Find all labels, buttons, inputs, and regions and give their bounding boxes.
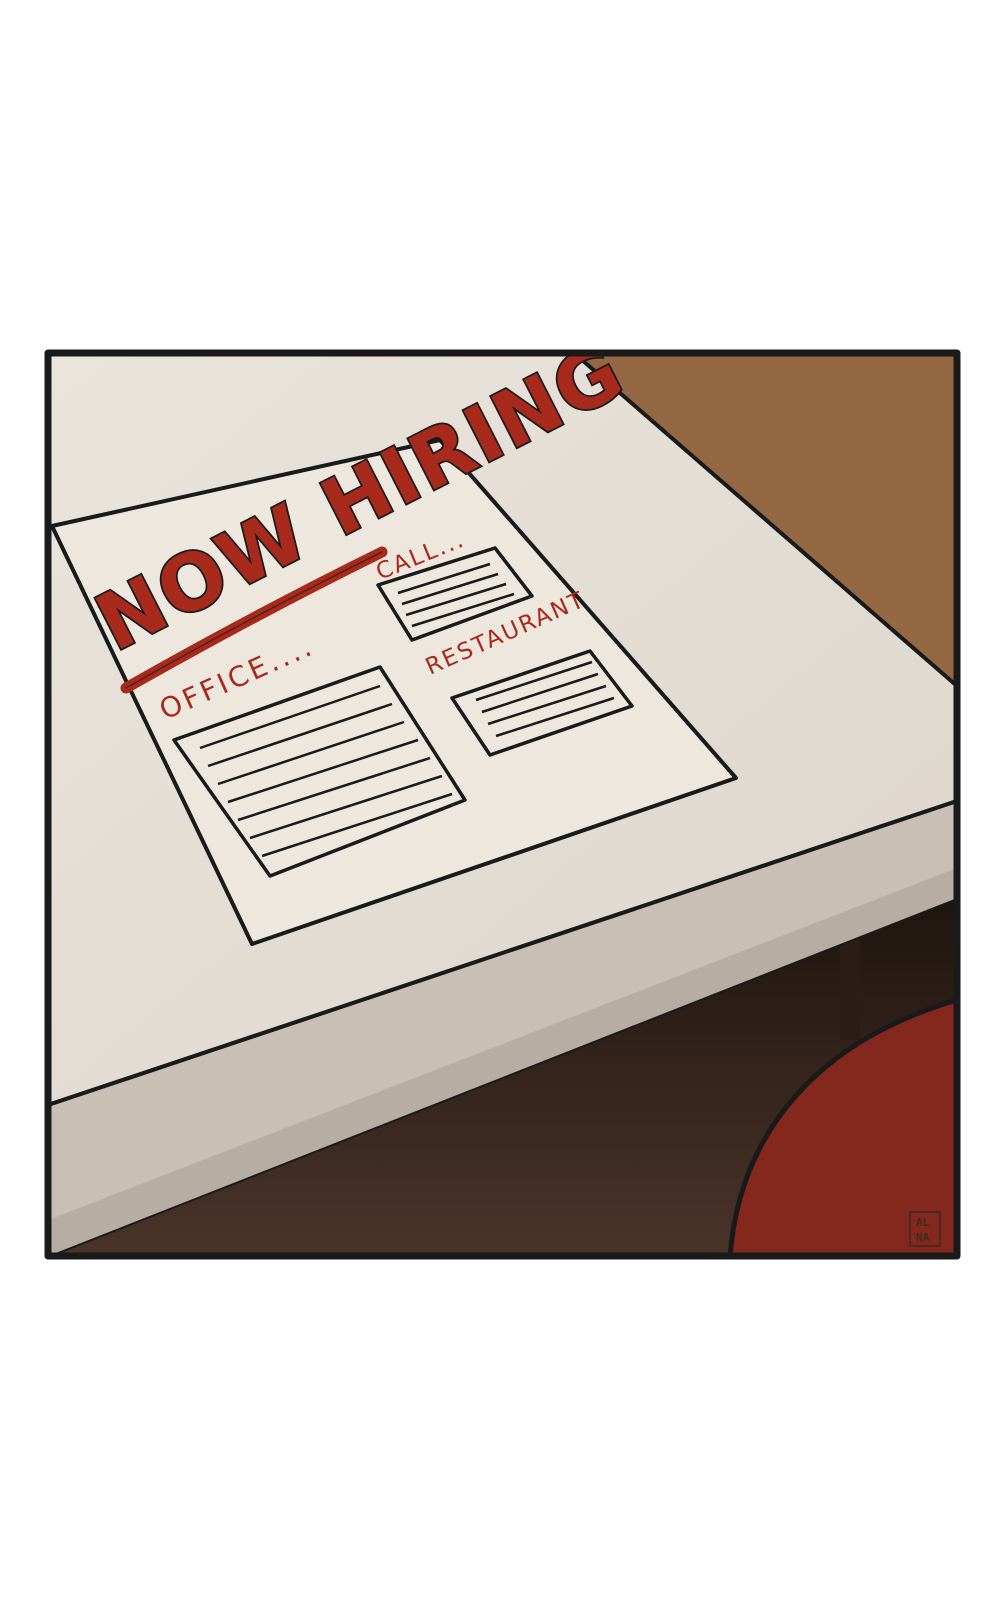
- signature-line1: AL: [916, 1216, 930, 1229]
- signature-line2: NA: [916, 1231, 930, 1244]
- comic-panel: NOW HIRING CALL... RESTAURANT OFFICE....…: [44, 349, 961, 1260]
